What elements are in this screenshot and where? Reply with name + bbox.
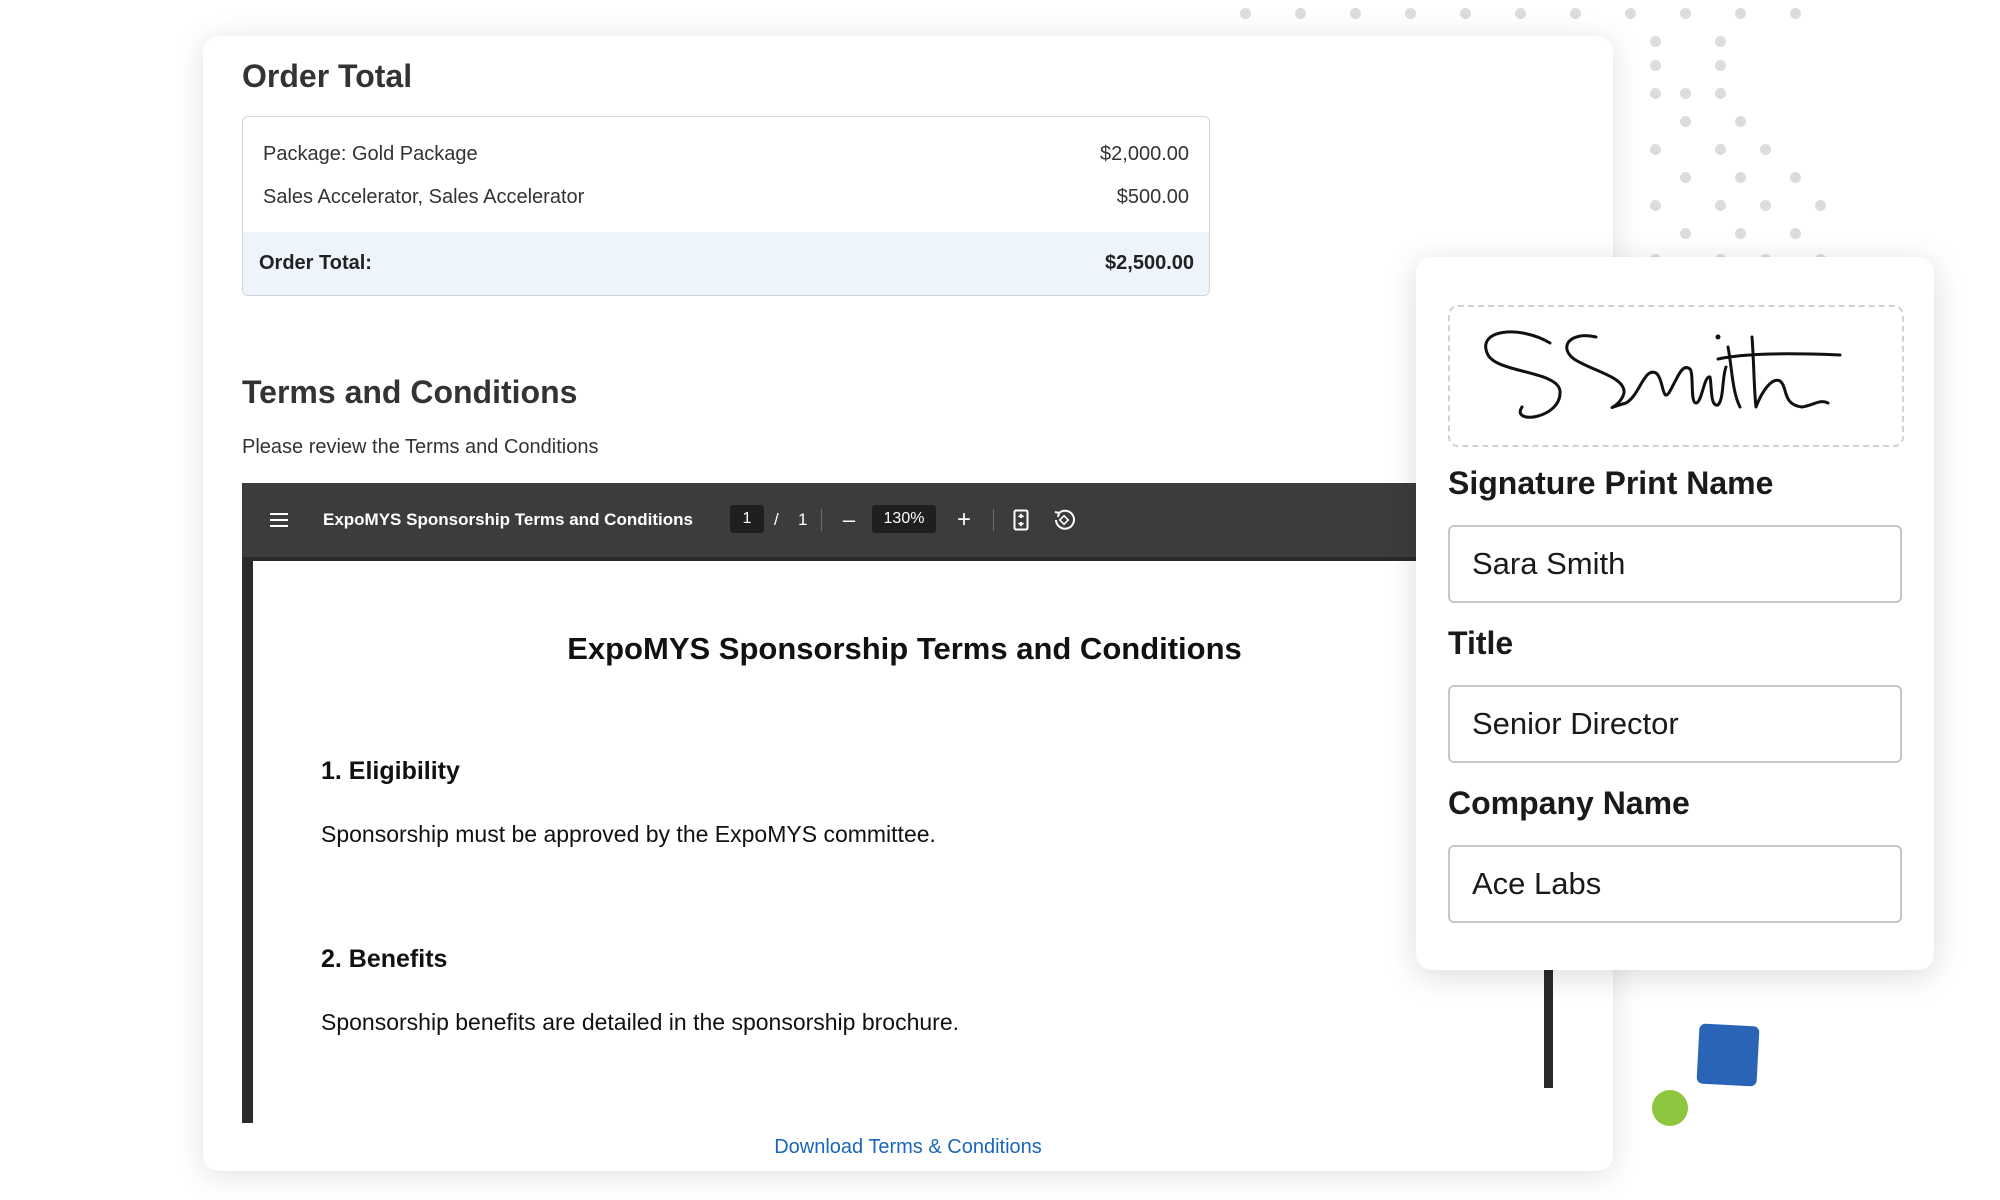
decorative-dot [1715,144,1726,155]
decorative-dot [1815,200,1826,211]
decorative-dot [1715,88,1726,99]
section-body: Sponsorship must be approved by the Expo… [321,821,936,847]
order-item-amount: $2,000.00 [1100,143,1189,165]
decorative-dot [1715,36,1726,47]
pdf-toolbar: ExpoMYS Sponsorship Terms and Conditions… [242,483,1552,557]
order-total-row: Order Total: $2,500.00 [243,232,1209,295]
pdf-viewer[interactable]: ExpoMYS Sponsorship Terms and Conditions… [242,483,1552,1123]
decorative-dot [1680,88,1691,99]
pdf-page-title: ExpoMYS Sponsorship Terms and Conditions [567,631,1242,666]
decorative-dot [1515,8,1526,19]
order-total-amount: $2,500.00 [1105,252,1194,274]
decorative-dot [1650,88,1661,99]
signature-card: Signature Print Name Title Company Name [1416,257,1934,970]
decorative-dot [1715,200,1726,211]
company-name-input[interactable] [1448,845,1902,923]
decorative-dot [1790,8,1801,19]
toolbar-divider [993,509,994,531]
order-item-label: Sales Accelerator, Sales Accelerator [263,186,585,208]
print-name-input[interactable] [1448,525,1902,603]
page-separator: / [774,510,779,529]
decorative-dot [1650,200,1661,211]
order-item-amount: $500.00 [1116,186,1189,208]
zoom-in-button[interactable]: + [954,483,974,557]
decorative-dot [1680,116,1691,127]
pdf-document-title: ExpoMYS Sponsorship Terms and Conditions [323,510,693,529]
print-name-label: Signature Print Name [1448,465,1774,501]
order-item-label: Package: Gold Package [263,143,478,165]
order-line-item: Sales Accelerator, Sales Accelerator $50… [263,186,1189,209]
decorative-dot [1735,116,1746,127]
decorative-dot [1715,60,1726,71]
pdf-page: ExpoMYS Sponsorship Terms and Conditions… [253,557,1552,1123]
decorative-dot [1650,36,1661,47]
decorative-dot [1650,60,1661,71]
toolbar-divider [821,509,822,531]
page-total: 1 [798,510,808,529]
zoom-out-button[interactable]: – [839,483,859,557]
section-body: Sponsorship benefits are detailed in the… [321,1009,960,1035]
decorative-dot [1760,144,1771,155]
handwritten-signature [1484,330,1842,419]
download-terms-link[interactable]: Download Terms & Conditions [203,1136,1613,1159]
decorative-dot [1735,228,1746,239]
decorative-dot [1405,8,1416,19]
decorative-dot [1735,172,1746,183]
terms-title: Terms and Conditions [242,374,578,410]
decorative-dot [1295,8,1306,19]
viewer-scrollbar[interactable] [1544,970,1553,1088]
decorative-dot [1735,8,1746,19]
order-line-item: Package: Gold Package $2,000.00 [263,143,1189,166]
decorative-dot [1680,8,1691,19]
decorative-dot [1240,8,1251,19]
title-input[interactable] [1448,685,1902,763]
order-summary-table: Package: Gold Package $2,000.00 Sales Ac… [242,116,1210,296]
section-heading: 2. Benefits [321,945,448,973]
zoom-level-input[interactable]: 130% [872,505,936,533]
decorative-dot [1680,172,1691,183]
decorative-blue-square [1696,1023,1760,1087]
signature-pad[interactable] [1448,305,1904,447]
page-number-input[interactable]: 1 [730,505,764,533]
order-card: Order Total Package: Gold Package $2,000… [203,36,1613,1171]
order-total-title: Order Total [242,58,413,94]
title-label: Title [1448,625,1514,661]
menu-icon[interactable] [270,483,292,557]
decorative-dot [1650,144,1661,155]
decorative-dot [1625,8,1636,19]
decorative-dot [1790,172,1801,183]
decorative-dot [1570,8,1581,19]
company-name-label: Company Name [1448,785,1690,821]
fit-page-icon[interactable] [1013,483,1029,557]
order-total-label: Order Total: [259,252,372,274]
decorative-dot [1350,8,1361,19]
section-heading: 1. Eligibility [321,757,460,785]
decorative-dot [1460,8,1471,19]
rotate-icon[interactable] [1052,483,1076,557]
decorative-dot [1680,228,1691,239]
decorative-green-circle [1652,1090,1688,1126]
decorative-dot [1790,228,1801,239]
terms-subtitle: Please review the Terms and Conditions [242,436,599,458]
decorative-dot [1760,200,1771,211]
